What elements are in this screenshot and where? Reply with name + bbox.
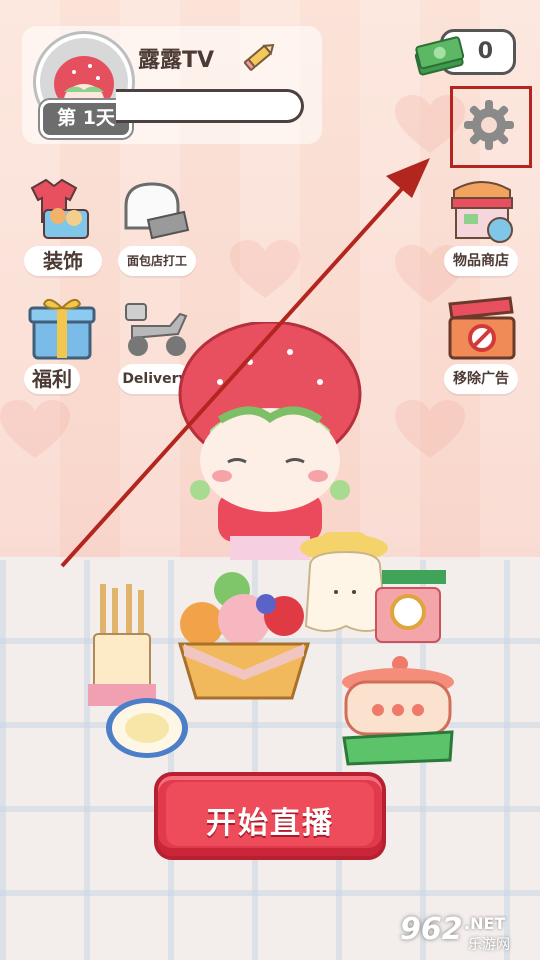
bakery-job-label[interactable]: 面包店打工 [118, 246, 196, 276]
site-watermark: 962 .NET 乐游网 [400, 912, 536, 956]
item-shop-label[interactable]: 物品商店 [444, 246, 518, 276]
clapperboard-icon[interactable] [444, 294, 520, 366]
game-screen: 第 1天 露露TV 0 装饰 面包店打工 福利 Delivery 物品商店 移除… [0, 0, 540, 960]
welfare-label[interactable]: 福利 [24, 364, 80, 394]
pencil-edit-icon[interactable] [242, 40, 278, 72]
watermark-number: 962 [400, 912, 463, 947]
fries-cup-icon[interactable] [86, 584, 156, 714]
shop-stall-icon[interactable] [444, 176, 520, 248]
heart-decoration [395, 400, 465, 458]
cash-stack-icon [414, 36, 465, 76]
scale-icon[interactable] [372, 566, 448, 646]
experience-bar [116, 89, 304, 123]
gear-icon[interactable] [460, 96, 518, 154]
heart-decoration [230, 240, 300, 298]
heart-decoration [0, 400, 70, 458]
watermark-site-name: 乐游网 [468, 937, 510, 953]
cooking-pot-icon[interactable] [332, 652, 462, 768]
start-stream-button[interactable]: 开始直播 [154, 772, 386, 860]
start-stream-label: 开始直播 [206, 806, 334, 841]
decor-label[interactable]: 装饰 [24, 246, 102, 276]
bread-loaf-icon[interactable] [118, 176, 194, 248]
fruit-basket-icon[interactable] [174, 570, 314, 706]
player-name: 露露TV [138, 48, 215, 73]
remove-ads-label[interactable]: 移除广告 [444, 364, 518, 394]
watermark-domain: .NET [464, 914, 506, 933]
gift-box-icon[interactable] [24, 294, 100, 366]
decor-icon[interactable] [24, 176, 100, 248]
